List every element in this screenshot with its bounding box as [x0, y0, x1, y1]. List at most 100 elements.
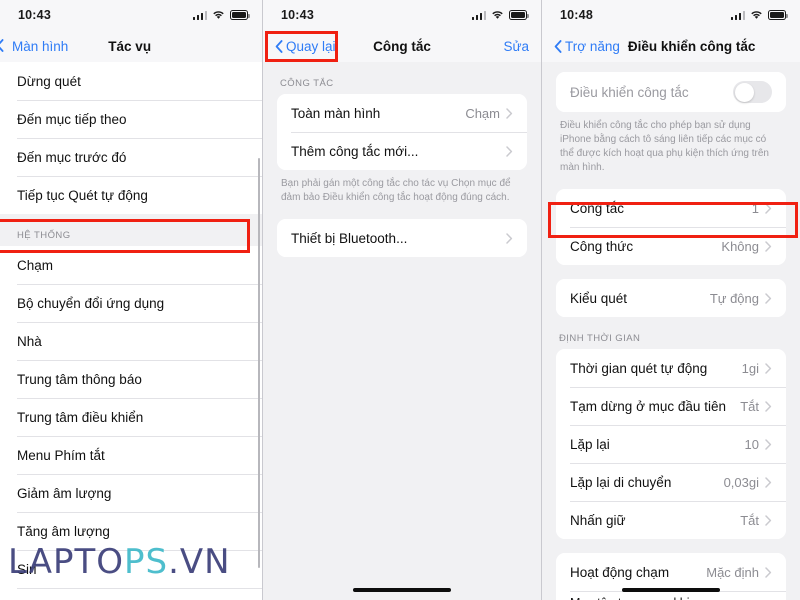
list-item-tam-dung-o-muc-dau-tien[interactable]: Tạm dừng ở mục đầu tiên Tắt: [556, 387, 786, 425]
nav-back-button[interactable]: Quay lại: [275, 39, 336, 54]
chevron-right-icon: [506, 107, 513, 119]
status-icons: [730, 10, 788, 20]
list-item-label: Trung tâm thông báo: [17, 371, 142, 387]
cellular-signal-icon: [471, 10, 486, 20]
list-item-label: Dừng quét: [17, 73, 81, 89]
list-item-label: Tạm dừng ở mục đầu tiên: [570, 398, 726, 414]
list-item-cong-thuc[interactable]: Công thức Không: [556, 227, 786, 265]
list-item[interactable]: Đến mục tiếp theo: [0, 100, 262, 138]
list-item-lap-lai[interactable]: Lặp lại 10: [556, 425, 786, 463]
list-item-kieu-quet[interactable]: Kiểu quét Tự động: [556, 279, 786, 317]
three-panel-screenshot: 10:43 Màn hình Tác vụ Dừng quét Đến mục …: [0, 0, 800, 600]
group-actions: Dừng quét Đến mục tiếp theo Đến mục trướ…: [0, 62, 262, 214]
list-item-value: Chạm: [465, 105, 500, 121]
list-item-lap-lai-di-chuyen[interactable]: Lặp lại di chuyển 0,03gi: [556, 463, 786, 501]
scrollbar[interactable]: [257, 158, 260, 568]
nav-back-button[interactable]: Trợ năng: [554, 39, 620, 54]
list-item-label: Tiếp tục Quét tự động: [17, 187, 148, 203]
list-item-label: Giảm âm lượng: [17, 485, 112, 501]
list-item-label: Toàn màn hình: [291, 105, 381, 121]
list-item-label: Chạm: [17, 257, 54, 273]
list-item-label: Công thức: [570, 238, 634, 254]
list-item-nhan-giu[interactable]: Nhấn giữ Tắt: [556, 501, 786, 539]
status-bar: 10:48: [542, 0, 800, 30]
list-item[interactable]: Bộ chuyển đổi ứng dụng: [0, 284, 262, 322]
watermark-part-1: LAPTO: [8, 542, 125, 582]
list-item-label: Nhấn giữ: [570, 512, 626, 528]
list-item-label: Trung tâm điều khiển: [17, 409, 144, 425]
list-item-value: 1: [751, 200, 759, 216]
list-item-thoi-gian-quet-tu-dong[interactable]: Thời gian quét tự động 1gi: [556, 349, 786, 387]
list-item[interactable]: Giảm âm lượng: [0, 474, 262, 512]
list-item-value: 1gi: [741, 360, 759, 376]
section-footnote: Bạn phải gán một công tắc cho tác vụ Chọ…: [281, 178, 511, 203]
list-item-label: Thiết bị Bluetooth...: [291, 230, 408, 246]
watermark-laptops-vn: LAPTOPS.VN: [8, 542, 231, 582]
chevron-left-icon: [275, 39, 283, 53]
list-item[interactable]: Nhà: [0, 322, 262, 360]
status-bar: 10:43: [0, 0, 262, 30]
list-item-label: Thời gian quét tự động: [570, 360, 708, 376]
list-item-label: Menu Phím tắt: [17, 447, 105, 463]
battery-icon: [230, 10, 250, 20]
list-item-label: Đến mục trước đó: [17, 149, 127, 165]
status-time: 10:43: [281, 8, 314, 22]
chevron-right-icon: [765, 514, 772, 526]
list-item-value: Tắt: [740, 398, 759, 414]
group-bluetooth: Thiết bị Bluetooth...: [277, 219, 527, 257]
list-item[interactable]: Trung tâm điều khiển: [0, 398, 262, 436]
edit-button[interactable]: Sửa: [503, 39, 529, 54]
section-header-cong-tac: CÔNG TẮC: [280, 78, 334, 89]
toggle-label: Điều khiển công tắc: [570, 84, 689, 100]
watermark-part-2: PS: [124, 542, 169, 582]
list-item-hoat-dong-cham[interactable]: Hoạt động chạm Mặc định: [556, 553, 786, 591]
list-item-thiet-bi-bluetooth[interactable]: Thiết bị Bluetooth...: [277, 219, 527, 257]
chevron-right-icon: [765, 240, 772, 252]
wifi-icon: [750, 10, 763, 20]
list-item[interactable]: Đến mục trước đó: [0, 138, 262, 176]
panel-tac-vu: 10:43 Màn hình Tác vụ Dừng quét Đến mục …: [0, 0, 262, 600]
nav-back-label: Trợ năng: [565, 38, 620, 54]
group-master-toggle: Điều khiển công tắc: [556, 72, 786, 112]
panel-cong-tac: 10:43 Quay lại Công tắc Sửa CÔNG TẮC Toà…: [262, 0, 541, 600]
list-item-value: 0,03gi: [723, 474, 759, 490]
chevron-right-icon: [765, 566, 772, 578]
section-header-dinh-thoi-gian: ĐỊNH THỜI GIAN: [559, 333, 641, 344]
list-item-cham[interactable]: Chạm: [0, 246, 262, 284]
settings-scroll-area[interactable]: Điều khiển công tắc Điều khiển công tắc …: [542, 62, 800, 600]
chevron-right-icon: [765, 292, 772, 304]
list-item[interactable]: Tiếp tục Quét tự động: [0, 176, 262, 214]
list-item-value: Tắt: [740, 512, 759, 528]
switch-knob: [734, 82, 754, 102]
list-item-cong-tac[interactable]: Công tắc 1: [556, 189, 786, 227]
nav-back-label: Quay lại: [286, 38, 336, 54]
switch-toggle[interactable]: [733, 81, 772, 103]
list-item[interactable]: Trung tâm thông báo: [0, 360, 262, 398]
row-dieu-khien-cong-tac-toggle[interactable]: Điều khiển công tắc: [556, 72, 786, 112]
list-item-label: Kiểu quét: [570, 290, 628, 306]
list-item-label: Hoạt động chạm: [570, 564, 670, 580]
watermark-part-3: .VN: [168, 542, 231, 582]
list-item-label: Lặp lại: [570, 436, 610, 452]
list-item-label: Bộ chuyển đổi ứng dụng: [17, 295, 165, 311]
nav-back-button[interactable]: Màn hình: [2, 39, 68, 54]
chevron-right-icon: [765, 476, 772, 488]
list-item-them-cong-tac-moi[interactable]: Thêm công tắc mới...: [277, 132, 527, 170]
list-item-value: Không: [721, 238, 759, 254]
status-icons: [471, 10, 529, 20]
settings-scroll-area[interactable]: CÔNG TẮC Toàn màn hình Chạm Thêm công tắ…: [263, 62, 541, 600]
group-touch-behavior: Hoạt động chạm Mặc định Mục tập trung sa…: [556, 553, 786, 600]
home-indicator: [622, 588, 720, 592]
settings-scroll-area[interactable]: Dừng quét Đến mục tiếp theo Đến mục trướ…: [0, 62, 262, 600]
list-item-toan-man-hinh[interactable]: Toàn màn hình Chạm: [277, 94, 527, 132]
battery-icon: [768, 10, 788, 20]
list-item[interactable]: Dừng quét: [0, 62, 262, 100]
page-title: Tác vụ: [108, 38, 152, 54]
list-item-label: Công tắc: [570, 200, 625, 216]
list-item-muc-tap-trung-sau-khi-cham[interactable]: Mục tập trung sau khi chạm Đầu tiên: [556, 591, 786, 600]
list-item[interactable]: Menu Phím tắt: [0, 436, 262, 474]
list-item[interactable]: 3D Touch: [0, 588, 262, 600]
panel-dieu-khien-cong-tac: 10:48 Trợ năng Điều khiển công tắc Điều …: [541, 0, 800, 600]
page-title: Điều khiển công tắc: [627, 38, 756, 54]
cellular-signal-icon: [192, 10, 207, 20]
